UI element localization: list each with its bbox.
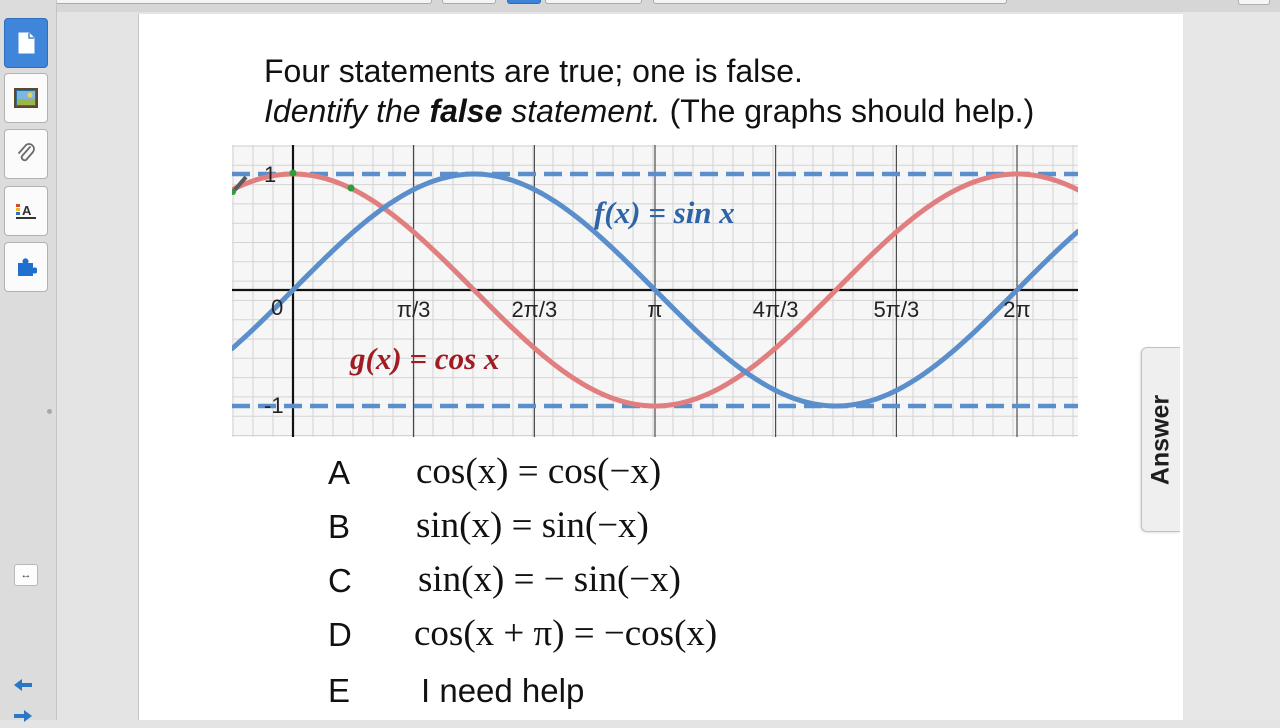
toolbar-segment-active[interactable]: [507, 0, 541, 4]
y-tick-top: 1: [264, 162, 276, 187]
toolbar-segment[interactable]: [545, 0, 642, 4]
attachments-icon: [18, 143, 35, 162]
page-sorter-tab[interactable]: [4, 18, 48, 68]
answer-tab-label: Answer: [1146, 394, 1175, 485]
gallery-icon: [14, 88, 38, 108]
x-tick-label: π/3: [397, 297, 431, 322]
properties-icon: A: [16, 203, 36, 219]
x-tick-label: 2π: [1003, 297, 1030, 322]
sidebar-toggle-button[interactable]: ↔: [14, 564, 38, 586]
addons-tab[interactable]: [4, 242, 48, 292]
trig-graph: f(x) = sin x g(x) = cos x 1 -1 0 π/3 2π/3…: [232, 145, 1078, 437]
choice-statement-c[interactable]: sin(x) = − sin(−x): [418, 558, 681, 601]
sidebar-resize-handle[interactable]: [47, 409, 52, 414]
prompt-instruction-end: statement.: [502, 93, 661, 129]
choice-statement-d[interactable]: cos(x + π) = −cos(x): [414, 612, 717, 655]
gallery-tab[interactable]: [4, 73, 48, 123]
answer-tab[interactable]: Answer: [1141, 347, 1180, 532]
toolbar-segment[interactable]: [442, 0, 496, 4]
sidebar: A ↔: [0, 0, 57, 722]
x-tick-label: π: [647, 297, 662, 322]
choice-statement-a[interactable]: cos(x) = cos(−x): [416, 450, 661, 493]
choice-statement-e[interactable]: I need help: [421, 672, 584, 710]
choice-letter-c[interactable]: C: [328, 562, 352, 600]
cosine-label: g(x) = cos x: [349, 341, 499, 376]
page-sorter-icon: [18, 32, 35, 54]
x-tick-label: 5π/3: [873, 297, 919, 322]
toolbar-segment[interactable]: [10, 0, 432, 4]
prompt-line-2: Identify the false statement. (The graph…: [264, 93, 1034, 130]
x-tick-label: 2π/3: [511, 297, 557, 322]
previous-page-button[interactable]: [12, 675, 34, 697]
origin-label: 0: [271, 295, 283, 320]
prompt-hint: (The graphs should help.): [660, 93, 1035, 129]
choice-letter-b[interactable]: B: [328, 508, 350, 546]
prompt-line-1: Four statements are true; one is false.: [264, 53, 803, 89]
choice-letter-a[interactable]: A: [328, 454, 350, 492]
top-toolbar: [0, 0, 1280, 12]
resize-icon: ↔: [20, 569, 32, 581]
choice-letter-d[interactable]: D: [328, 616, 352, 654]
next-page-button[interactable]: [12, 706, 34, 728]
svg-text:A: A: [22, 203, 32, 218]
scroll-handle[interactable]: [1238, 0, 1270, 5]
prompt-false-word: false: [429, 93, 503, 129]
choice-statement-b[interactable]: sin(x) = sin(−x): [416, 504, 649, 547]
x-tick-label: 4π/3: [753, 297, 799, 322]
properties-tab[interactable]: A: [4, 186, 48, 236]
right-arrow-icon: [14, 710, 32, 722]
toolbar-segment[interactable]: [653, 0, 1007, 4]
choice-letter-e[interactable]: E: [328, 672, 350, 710]
right-gutter: [1183, 12, 1280, 720]
left-arrow-icon: [14, 679, 32, 691]
sine-label: f(x) = sin x: [594, 195, 735, 230]
attachments-tab[interactable]: [4, 129, 48, 179]
y-tick-bottom: -1: [264, 393, 284, 418]
addons-icon: [18, 258, 37, 276]
prompt-instruction: Identify the: [264, 93, 430, 129]
